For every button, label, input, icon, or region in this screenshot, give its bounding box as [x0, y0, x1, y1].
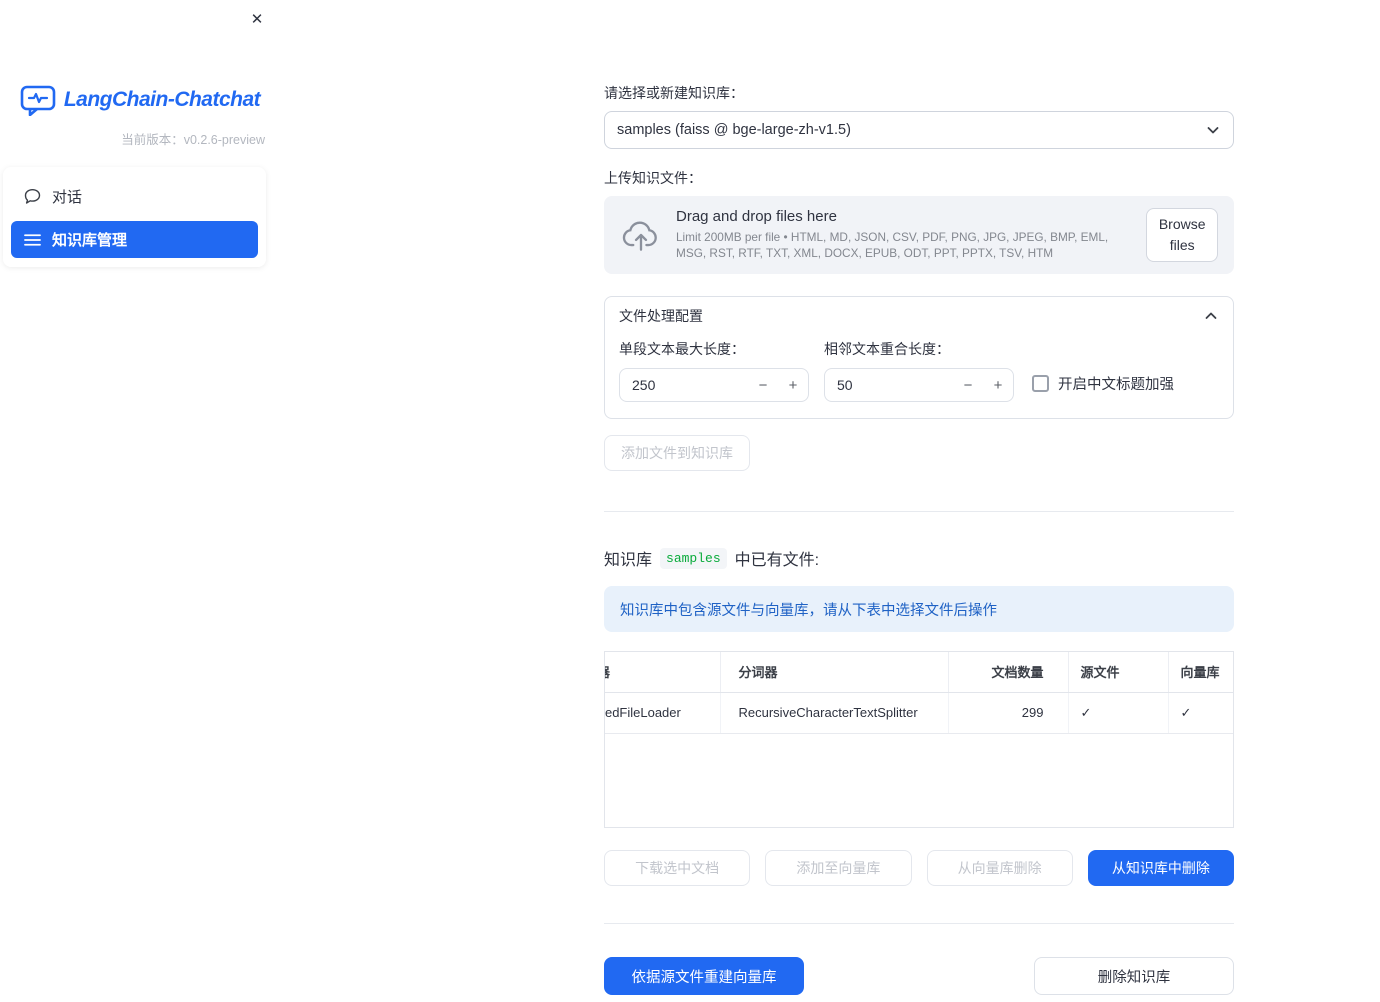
kb-select-value: samples (faiss @ bge-large-zh-v1.5) — [617, 122, 851, 138]
add-files-to-kb-button[interactable]: 添加文件到知识库 — [604, 435, 750, 471]
upload-cloud-icon — [620, 218, 662, 252]
overlap-size-value: 50 — [837, 377, 853, 393]
table-row[interactable]: UnstructuredFileLoader RecursiveCharacte… — [605, 692, 1233, 734]
app-logo: LangChain-Chatchat — [0, 84, 280, 116]
kb-select-label: 请选择或新建知识库： — [604, 85, 744, 101]
checkbox-box[interactable] — [1032, 375, 1049, 392]
main-content: 请选择或新建知识库： samples (faiss @ bge-large-zh… — [280, 0, 1380, 1002]
kb-select[interactable]: samples (faiss @ bge-large-zh-v1.5) — [604, 111, 1234, 149]
table-header-row: 文档加载器 分词器 文档数量 源文件 向量库 — [605, 652, 1233, 693]
dropzone-text: Drag and drop files here Limit 200MB per… — [676, 208, 1132, 262]
dropzone-title: Drag and drop files here — [676, 208, 837, 226]
divider — [604, 511, 1234, 512]
heading-suffix: 中已有文件: — [734, 552, 820, 569]
divider — [604, 923, 1234, 924]
col-header-vector-store[interactable]: 向量库 — [1168, 652, 1233, 693]
info-alert: 知识库中包含源文件与向量库，请从下表中选择文件后操作 — [604, 586, 1234, 632]
version-label: 当前版本：v0.2.6-preview — [121, 133, 265, 147]
cell-source-file-check[interactable]: ✓ — [1068, 692, 1169, 734]
chunk-size-input[interactable]: 250 − + — [619, 368, 809, 402]
overlap-size-input[interactable]: 50 − + — [824, 368, 1014, 402]
overlap-size-label: 相邻文本重合长度： — [824, 341, 950, 357]
logo-text: LangChain-Chatchat — [63, 88, 261, 111]
rebuild-vector-store-button[interactable]: 依据源文件重建向量库 — [604, 957, 804, 995]
col-header-doc-count[interactable]: 文档数量 — [948, 652, 1069, 693]
delete-from-vector-store-button[interactable]: 从向量库删除 — [926, 850, 1073, 886]
browse-files-button[interactable]: Browse files — [1146, 208, 1218, 262]
chunk-size-label: 单段文本最大长度： — [619, 341, 745, 357]
cell-loader[interactable]: UnstructuredFileLoader — [605, 692, 721, 734]
sidebar: ✕ LangChain-Chatchat 当前版本：v0.2.6-preview… — [0, 0, 280, 1002]
chevron-up-icon — [1203, 308, 1219, 324]
decrement-button[interactable]: − — [748, 377, 778, 394]
sidebar-item-label: 知识库管理 — [52, 232, 128, 249]
heading-prefix: 知识库 — [604, 552, 653, 569]
checkbox-label: 开启中文标题加强 — [1058, 377, 1174, 393]
cell-splitter[interactable]: RecursiveCharacterTextSplitter — [720, 692, 949, 734]
sidebar-menu: 对话 知识库管理 — [3, 167, 266, 267]
increment-button[interactable]: + — [983, 377, 1013, 394]
zh-title-checkbox[interactable]: 开启中文标题加强 — [1032, 373, 1174, 394]
increment-button[interactable]: + — [778, 377, 808, 394]
delete-kb-button[interactable]: 删除知识库 — [1034, 957, 1234, 995]
file-actions-row: 下载选中文档 添加至向量库 从向量库删除 从知识库中删除 — [604, 850, 1234, 886]
expander-body: 单段文本最大长度： 250 − + 相邻文本重合长度： 50 − + 开启中文标… — [605, 335, 1233, 418]
cell-vector-store-check[interactable]: ✓ — [1168, 692, 1233, 734]
sidebar-item-label: 对话 — [52, 188, 83, 206]
logo-icon — [20, 84, 56, 116]
download-selected-button[interactable]: 下载选中文档 — [604, 850, 751, 886]
chevron-down-icon — [1205, 122, 1221, 138]
col-header-source-file[interactable]: 源文件 — [1068, 652, 1169, 693]
decrement-button[interactable]: − — [953, 377, 983, 394]
kb-name-code: samples — [660, 547, 727, 569]
kb-actions-row: 依据源文件重建向量库 删除知识库 — [604, 957, 1234, 995]
close-sidebar-icon[interactable]: ✕ — [246, 8, 268, 30]
sidebar-item-chat[interactable]: 对话 — [11, 176, 258, 216]
cell-doc-count[interactable]: 299 — [948, 692, 1069, 734]
file-dropzone[interactable]: Drag and drop files here Limit 200MB per… — [604, 196, 1234, 274]
chunk-size-value: 250 — [632, 377, 656, 393]
expander-title: 文件处理配置 — [619, 308, 703, 324]
chat-bubble-icon — [24, 188, 41, 205]
file-config-expander: 文件处理配置 单段文本最大长度： 250 − + 相邻文本重合长度： 50 − … — [604, 296, 1234, 419]
upload-label: 上传知识文件： — [604, 170, 702, 186]
files-table[interactable]: 文档加载器 分词器 文档数量 源文件 向量库 UnstructuredFileL… — [604, 651, 1234, 828]
add-to-vector-store-button[interactable]: 添加至向量库 — [765, 850, 912, 886]
existing-files-heading: 知识库 samples 中已有文件: — [604, 546, 1234, 570]
expander-header[interactable]: 文件处理配置 — [605, 297, 1233, 335]
sidebar-item-knowledge-base[interactable]: 知识库管理 — [11, 221, 258, 258]
list-icon — [24, 233, 41, 247]
delete-from-kb-button[interactable]: 从知识库中删除 — [1087, 850, 1234, 886]
col-header-loader[interactable]: 文档加载器 — [605, 652, 721, 693]
col-header-splitter[interactable]: 分词器 — [720, 652, 949, 693]
dropzone-limit: Limit 200MB per file • HTML, MD, JSON, C… — [676, 230, 1109, 260]
